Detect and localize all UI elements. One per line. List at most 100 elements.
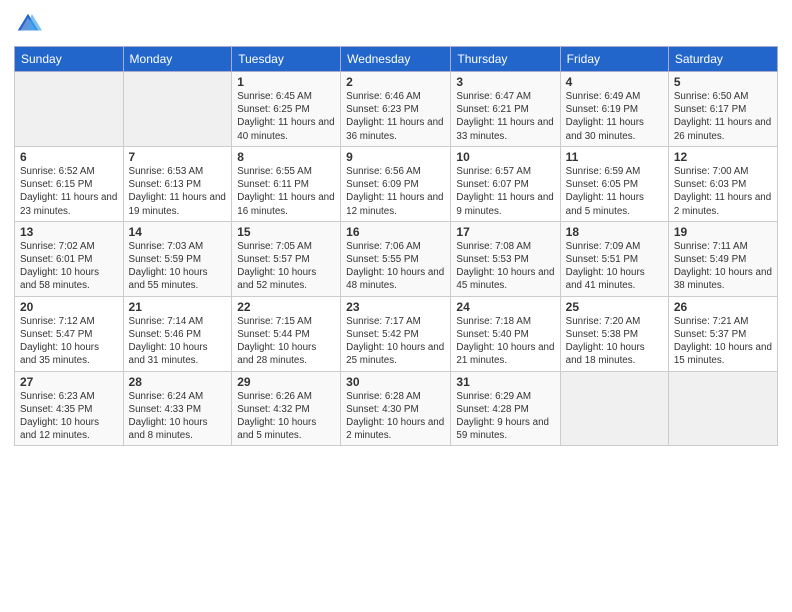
day-number: 2 bbox=[346, 75, 445, 89]
day-number: 3 bbox=[456, 75, 554, 89]
day-number: 7 bbox=[129, 150, 227, 164]
day-info: Sunrise: 6:46 AM Sunset: 6:23 PM Dayligh… bbox=[346, 90, 445, 143]
day-info: Sunrise: 6:52 AM Sunset: 6:15 PM Dayligh… bbox=[20, 165, 118, 218]
day-info: Sunrise: 7:12 AM Sunset: 5:47 PM Dayligh… bbox=[20, 315, 118, 368]
calendar-cell: 6Sunrise: 6:52 AM Sunset: 6:15 PM Daylig… bbox=[15, 146, 124, 221]
calendar-cell: 15Sunrise: 7:05 AM Sunset: 5:57 PM Dayli… bbox=[232, 221, 341, 296]
calendar-cell: 27Sunrise: 6:23 AM Sunset: 4:35 PM Dayli… bbox=[15, 371, 124, 446]
day-number: 10 bbox=[456, 150, 554, 164]
day-info: Sunrise: 6:24 AM Sunset: 4:33 PM Dayligh… bbox=[129, 390, 227, 443]
calendar-cell: 14Sunrise: 7:03 AM Sunset: 5:59 PM Dayli… bbox=[123, 221, 232, 296]
logo-icon bbox=[14, 10, 42, 38]
logo bbox=[14, 10, 46, 38]
day-number: 16 bbox=[346, 225, 445, 239]
day-number: 20 bbox=[20, 300, 118, 314]
day-info: Sunrise: 7:05 AM Sunset: 5:57 PM Dayligh… bbox=[237, 240, 335, 293]
weekday-header: Wednesday bbox=[341, 47, 451, 72]
calendar-cell bbox=[668, 371, 777, 446]
weekday-header: Tuesday bbox=[232, 47, 341, 72]
day-info: Sunrise: 7:21 AM Sunset: 5:37 PM Dayligh… bbox=[674, 315, 772, 368]
day-number: 28 bbox=[129, 375, 227, 389]
day-info: Sunrise: 7:17 AM Sunset: 5:42 PM Dayligh… bbox=[346, 315, 445, 368]
day-number: 14 bbox=[129, 225, 227, 239]
calendar-week-row: 6Sunrise: 6:52 AM Sunset: 6:15 PM Daylig… bbox=[15, 146, 778, 221]
weekday-header: Saturday bbox=[668, 47, 777, 72]
day-number: 6 bbox=[20, 150, 118, 164]
day-number: 23 bbox=[346, 300, 445, 314]
day-number: 29 bbox=[237, 375, 335, 389]
day-info: Sunrise: 6:29 AM Sunset: 4:28 PM Dayligh… bbox=[456, 390, 554, 443]
day-number: 17 bbox=[456, 225, 554, 239]
day-number: 11 bbox=[566, 150, 663, 164]
day-number: 19 bbox=[674, 225, 772, 239]
calendar-header-row: SundayMondayTuesdayWednesdayThursdayFrid… bbox=[15, 47, 778, 72]
calendar-week-row: 20Sunrise: 7:12 AM Sunset: 5:47 PM Dayli… bbox=[15, 296, 778, 371]
calendar-cell: 13Sunrise: 7:02 AM Sunset: 6:01 PM Dayli… bbox=[15, 221, 124, 296]
calendar-cell: 7Sunrise: 6:53 AM Sunset: 6:13 PM Daylig… bbox=[123, 146, 232, 221]
day-number: 27 bbox=[20, 375, 118, 389]
calendar-week-row: 13Sunrise: 7:02 AM Sunset: 6:01 PM Dayli… bbox=[15, 221, 778, 296]
calendar-cell: 25Sunrise: 7:20 AM Sunset: 5:38 PM Dayli… bbox=[560, 296, 668, 371]
day-number: 12 bbox=[674, 150, 772, 164]
calendar-cell: 31Sunrise: 6:29 AM Sunset: 4:28 PM Dayli… bbox=[451, 371, 560, 446]
calendar-cell: 5Sunrise: 6:50 AM Sunset: 6:17 PM Daylig… bbox=[668, 72, 777, 147]
day-number: 26 bbox=[674, 300, 772, 314]
day-info: Sunrise: 6:45 AM Sunset: 6:25 PM Dayligh… bbox=[237, 90, 335, 143]
calendar-cell: 4Sunrise: 6:49 AM Sunset: 6:19 PM Daylig… bbox=[560, 72, 668, 147]
calendar-cell: 17Sunrise: 7:08 AM Sunset: 5:53 PM Dayli… bbox=[451, 221, 560, 296]
calendar-cell bbox=[15, 72, 124, 147]
day-info: Sunrise: 7:11 AM Sunset: 5:49 PM Dayligh… bbox=[674, 240, 772, 293]
calendar-cell: 21Sunrise: 7:14 AM Sunset: 5:46 PM Dayli… bbox=[123, 296, 232, 371]
calendar-cell: 23Sunrise: 7:17 AM Sunset: 5:42 PM Dayli… bbox=[341, 296, 451, 371]
calendar-cell: 20Sunrise: 7:12 AM Sunset: 5:47 PM Dayli… bbox=[15, 296, 124, 371]
weekday-header: Thursday bbox=[451, 47, 560, 72]
day-number: 4 bbox=[566, 75, 663, 89]
calendar-table: SundayMondayTuesdayWednesdayThursdayFrid… bbox=[14, 46, 778, 446]
day-number: 9 bbox=[346, 150, 445, 164]
calendar-week-row: 27Sunrise: 6:23 AM Sunset: 4:35 PM Dayli… bbox=[15, 371, 778, 446]
day-number: 31 bbox=[456, 375, 554, 389]
day-number: 18 bbox=[566, 225, 663, 239]
day-number: 5 bbox=[674, 75, 772, 89]
weekday-header: Sunday bbox=[15, 47, 124, 72]
day-number: 1 bbox=[237, 75, 335, 89]
day-info: Sunrise: 6:57 AM Sunset: 6:07 PM Dayligh… bbox=[456, 165, 554, 218]
day-info: Sunrise: 7:02 AM Sunset: 6:01 PM Dayligh… bbox=[20, 240, 118, 293]
day-info: Sunrise: 7:18 AM Sunset: 5:40 PM Dayligh… bbox=[456, 315, 554, 368]
day-info: Sunrise: 7:00 AM Sunset: 6:03 PM Dayligh… bbox=[674, 165, 772, 218]
day-number: 15 bbox=[237, 225, 335, 239]
calendar-cell: 10Sunrise: 6:57 AM Sunset: 6:07 PM Dayli… bbox=[451, 146, 560, 221]
calendar-cell: 30Sunrise: 6:28 AM Sunset: 4:30 PM Dayli… bbox=[341, 371, 451, 446]
day-info: Sunrise: 6:47 AM Sunset: 6:21 PM Dayligh… bbox=[456, 90, 554, 143]
calendar-cell: 11Sunrise: 6:59 AM Sunset: 6:05 PM Dayli… bbox=[560, 146, 668, 221]
calendar-week-row: 1Sunrise: 6:45 AM Sunset: 6:25 PM Daylig… bbox=[15, 72, 778, 147]
day-info: Sunrise: 7:06 AM Sunset: 5:55 PM Dayligh… bbox=[346, 240, 445, 293]
calendar-cell bbox=[123, 72, 232, 147]
day-info: Sunrise: 6:59 AM Sunset: 6:05 PM Dayligh… bbox=[566, 165, 663, 218]
day-number: 30 bbox=[346, 375, 445, 389]
calendar-cell: 1Sunrise: 6:45 AM Sunset: 6:25 PM Daylig… bbox=[232, 72, 341, 147]
day-info: Sunrise: 6:55 AM Sunset: 6:11 PM Dayligh… bbox=[237, 165, 335, 218]
calendar-cell: 19Sunrise: 7:11 AM Sunset: 5:49 PM Dayli… bbox=[668, 221, 777, 296]
calendar-cell: 12Sunrise: 7:00 AM Sunset: 6:03 PM Dayli… bbox=[668, 146, 777, 221]
day-info: Sunrise: 6:28 AM Sunset: 4:30 PM Dayligh… bbox=[346, 390, 445, 443]
day-info: Sunrise: 6:50 AM Sunset: 6:17 PM Dayligh… bbox=[674, 90, 772, 143]
weekday-header: Friday bbox=[560, 47, 668, 72]
calendar-cell: 18Sunrise: 7:09 AM Sunset: 5:51 PM Dayli… bbox=[560, 221, 668, 296]
day-info: Sunrise: 7:03 AM Sunset: 5:59 PM Dayligh… bbox=[129, 240, 227, 293]
day-info: Sunrise: 6:56 AM Sunset: 6:09 PM Dayligh… bbox=[346, 165, 445, 218]
calendar-cell bbox=[560, 371, 668, 446]
day-info: Sunrise: 6:53 AM Sunset: 6:13 PM Dayligh… bbox=[129, 165, 227, 218]
day-info: Sunrise: 7:20 AM Sunset: 5:38 PM Dayligh… bbox=[566, 315, 663, 368]
page-container: SundayMondayTuesdayWednesdayThursdayFrid… bbox=[0, 0, 792, 456]
day-info: Sunrise: 7:14 AM Sunset: 5:46 PM Dayligh… bbox=[129, 315, 227, 368]
calendar-cell: 8Sunrise: 6:55 AM Sunset: 6:11 PM Daylig… bbox=[232, 146, 341, 221]
calendar-cell: 16Sunrise: 7:06 AM Sunset: 5:55 PM Dayli… bbox=[341, 221, 451, 296]
calendar-cell: 24Sunrise: 7:18 AM Sunset: 5:40 PM Dayli… bbox=[451, 296, 560, 371]
day-info: Sunrise: 7:15 AM Sunset: 5:44 PM Dayligh… bbox=[237, 315, 335, 368]
day-info: Sunrise: 6:49 AM Sunset: 6:19 PM Dayligh… bbox=[566, 90, 663, 143]
day-info: Sunrise: 7:09 AM Sunset: 5:51 PM Dayligh… bbox=[566, 240, 663, 293]
calendar-cell: 28Sunrise: 6:24 AM Sunset: 4:33 PM Dayli… bbox=[123, 371, 232, 446]
calendar-cell: 26Sunrise: 7:21 AM Sunset: 5:37 PM Dayli… bbox=[668, 296, 777, 371]
day-info: Sunrise: 7:08 AM Sunset: 5:53 PM Dayligh… bbox=[456, 240, 554, 293]
